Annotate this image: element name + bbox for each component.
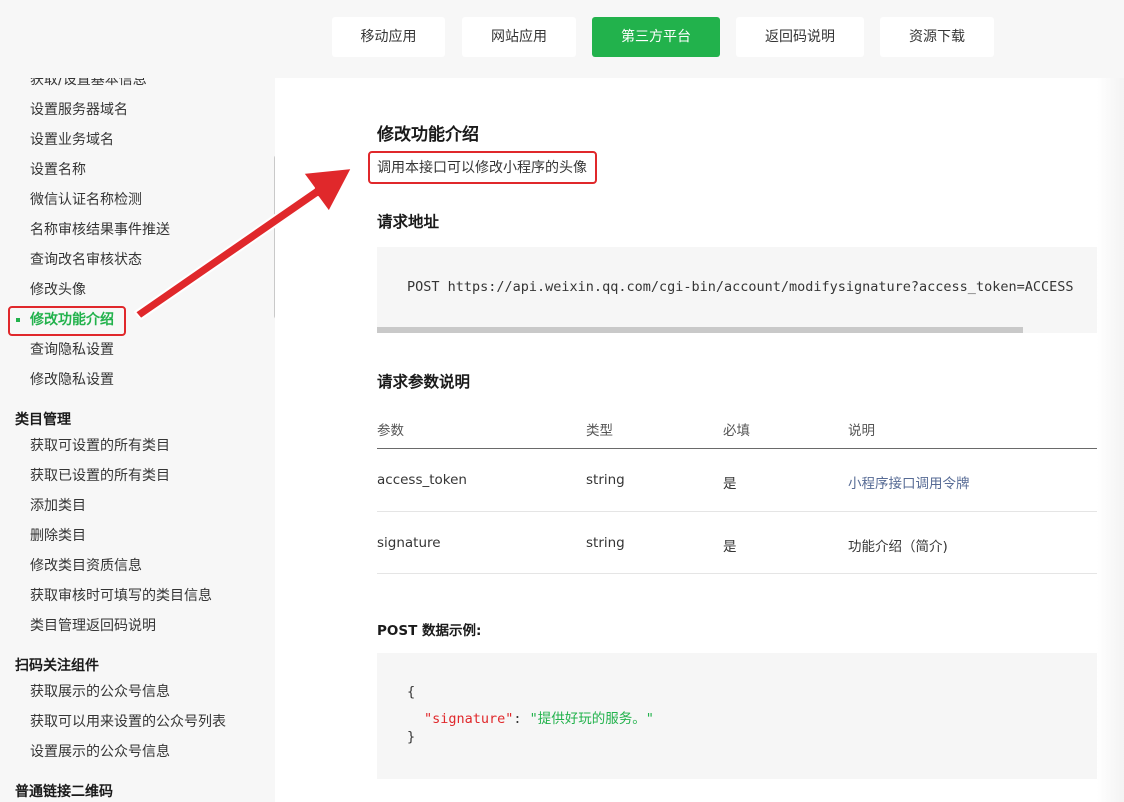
table-header-divider — [377, 448, 1097, 449]
sidebar-item-business-domain[interactable]: 设置业务域名 — [30, 130, 114, 150]
tab-website-app[interactable]: 网站应用 — [462, 17, 576, 57]
page-title: 修改功能介绍 — [377, 125, 479, 145]
sidebar-item-category-audit[interactable]: 获取审核时可填写的类目信息 — [30, 586, 212, 606]
sidebar-group-category: 类目管理 — [15, 412, 71, 428]
tab-resource-download[interactable]: 资源下载 — [880, 17, 994, 57]
sidebar-item-scan-list[interactable]: 获取可以用来设置的公众号列表 — [30, 712, 226, 732]
code-colon: : — [513, 711, 530, 727]
description-highlight-box — [368, 151, 597, 184]
code-key: "signature" — [424, 711, 514, 727]
request-url-heading: 请求地址 — [377, 213, 440, 231]
sidebar-item-modify-avatar[interactable]: 修改头像 — [30, 280, 86, 300]
sidebar-item-rename-status[interactable]: 查询改名审核状态 — [30, 250, 142, 270]
sidebar-item-server-domain[interactable]: 设置服务器域名 — [30, 100, 128, 120]
param-desc: 功能介绍（简介) — [848, 539, 948, 555]
request-url-codebox: POST https://api.weixin.qq.com/cgi-bin/a… — [377, 247, 1097, 333]
param-type: string — [586, 535, 625, 551]
request-url: POST https://api.weixin.qq.com/cgi-bin/a… — [407, 279, 1074, 295]
sidebar-item-scan-show[interactable]: 获取展示的公众号信息 — [30, 682, 170, 702]
top-navigation: 移动应用 网站应用 第三方平台 返回码说明 资源下载 — [0, 0, 1124, 78]
param-type: string — [586, 472, 625, 488]
params-heading: 请求参数说明 — [377, 373, 471, 391]
sidebar-group-scan: 扫码关注组件 — [15, 658, 99, 674]
sidebar-item-category-codes[interactable]: 类目管理返回码说明 — [30, 616, 156, 636]
tab-return-codes[interactable]: 返回码说明 — [736, 17, 864, 57]
sidebar-item-query-privacy[interactable]: 查询隐私设置 — [30, 340, 114, 360]
sidebar-item-modify-privacy[interactable]: 修改隐私设置 — [30, 370, 114, 390]
param-desc-link[interactable]: 小程序接口调用令牌 — [848, 472, 970, 492]
sidebar-item-basic-info[interactable]: 获取/设置基本信息 — [30, 78, 147, 90]
sidebar-item-category-add[interactable]: 添加类目 — [30, 496, 86, 516]
tab-mobile-app[interactable]: 移动应用 — [332, 17, 445, 57]
sidebar-group-qrcode: 普通链接二维码 — [15, 784, 113, 800]
sidebar-item-category-all[interactable]: 获取可设置的所有类目 — [30, 436, 170, 456]
sidebar-item-category-qualification[interactable]: 修改类目资质信息 — [30, 556, 142, 576]
param-name: access_token — [377, 472, 467, 488]
param-required: 是 — [723, 539, 737, 555]
sidebar-highlight-box — [8, 306, 126, 336]
sidebar-item-name-check[interactable]: 微信认证名称检测 — [30, 190, 142, 210]
sidebar-item-name-audit-push[interactable]: 名称审核结果事件推送 — [30, 220, 170, 240]
code-value: "提供好玩的服务。" — [529, 711, 654, 727]
params-header-param: 参数 — [377, 423, 404, 439]
params-header-required: 必填 — [723, 423, 750, 439]
param-name: signature — [377, 535, 441, 551]
sidebar-item-scan-set[interactable]: 设置展示的公众号信息 — [30, 742, 170, 762]
example-heading: POST 数据示例: — [377, 623, 482, 639]
sidebar-item-category-delete[interactable]: 删除类目 — [30, 526, 86, 546]
params-header-type: 类型 — [586, 423, 613, 439]
code-close-brace: } — [407, 729, 416, 745]
code-open-brace: { — [407, 684, 416, 700]
code-horizontal-scrollbar[interactable] — [377, 327, 1023, 333]
table-row-divider — [377, 511, 1097, 512]
params-header-desc: 说明 — [848, 423, 875, 439]
tab-third-party-platform[interactable]: 第三方平台 — [592, 17, 720, 57]
table-row-divider — [377, 573, 1097, 574]
sidebar: 获取/设置基本信息 设置服务器域名 设置业务域名 设置名称 微信认证名称检测 名… — [0, 78, 275, 802]
sidebar-item-category-set[interactable]: 获取已设置的所有类目 — [30, 466, 170, 486]
param-required: 是 — [723, 476, 737, 492]
sidebar-item-set-name[interactable]: 设置名称 — [30, 160, 86, 180]
code-line-signature: "signature": "提供好玩的服务。" — [424, 707, 654, 727]
